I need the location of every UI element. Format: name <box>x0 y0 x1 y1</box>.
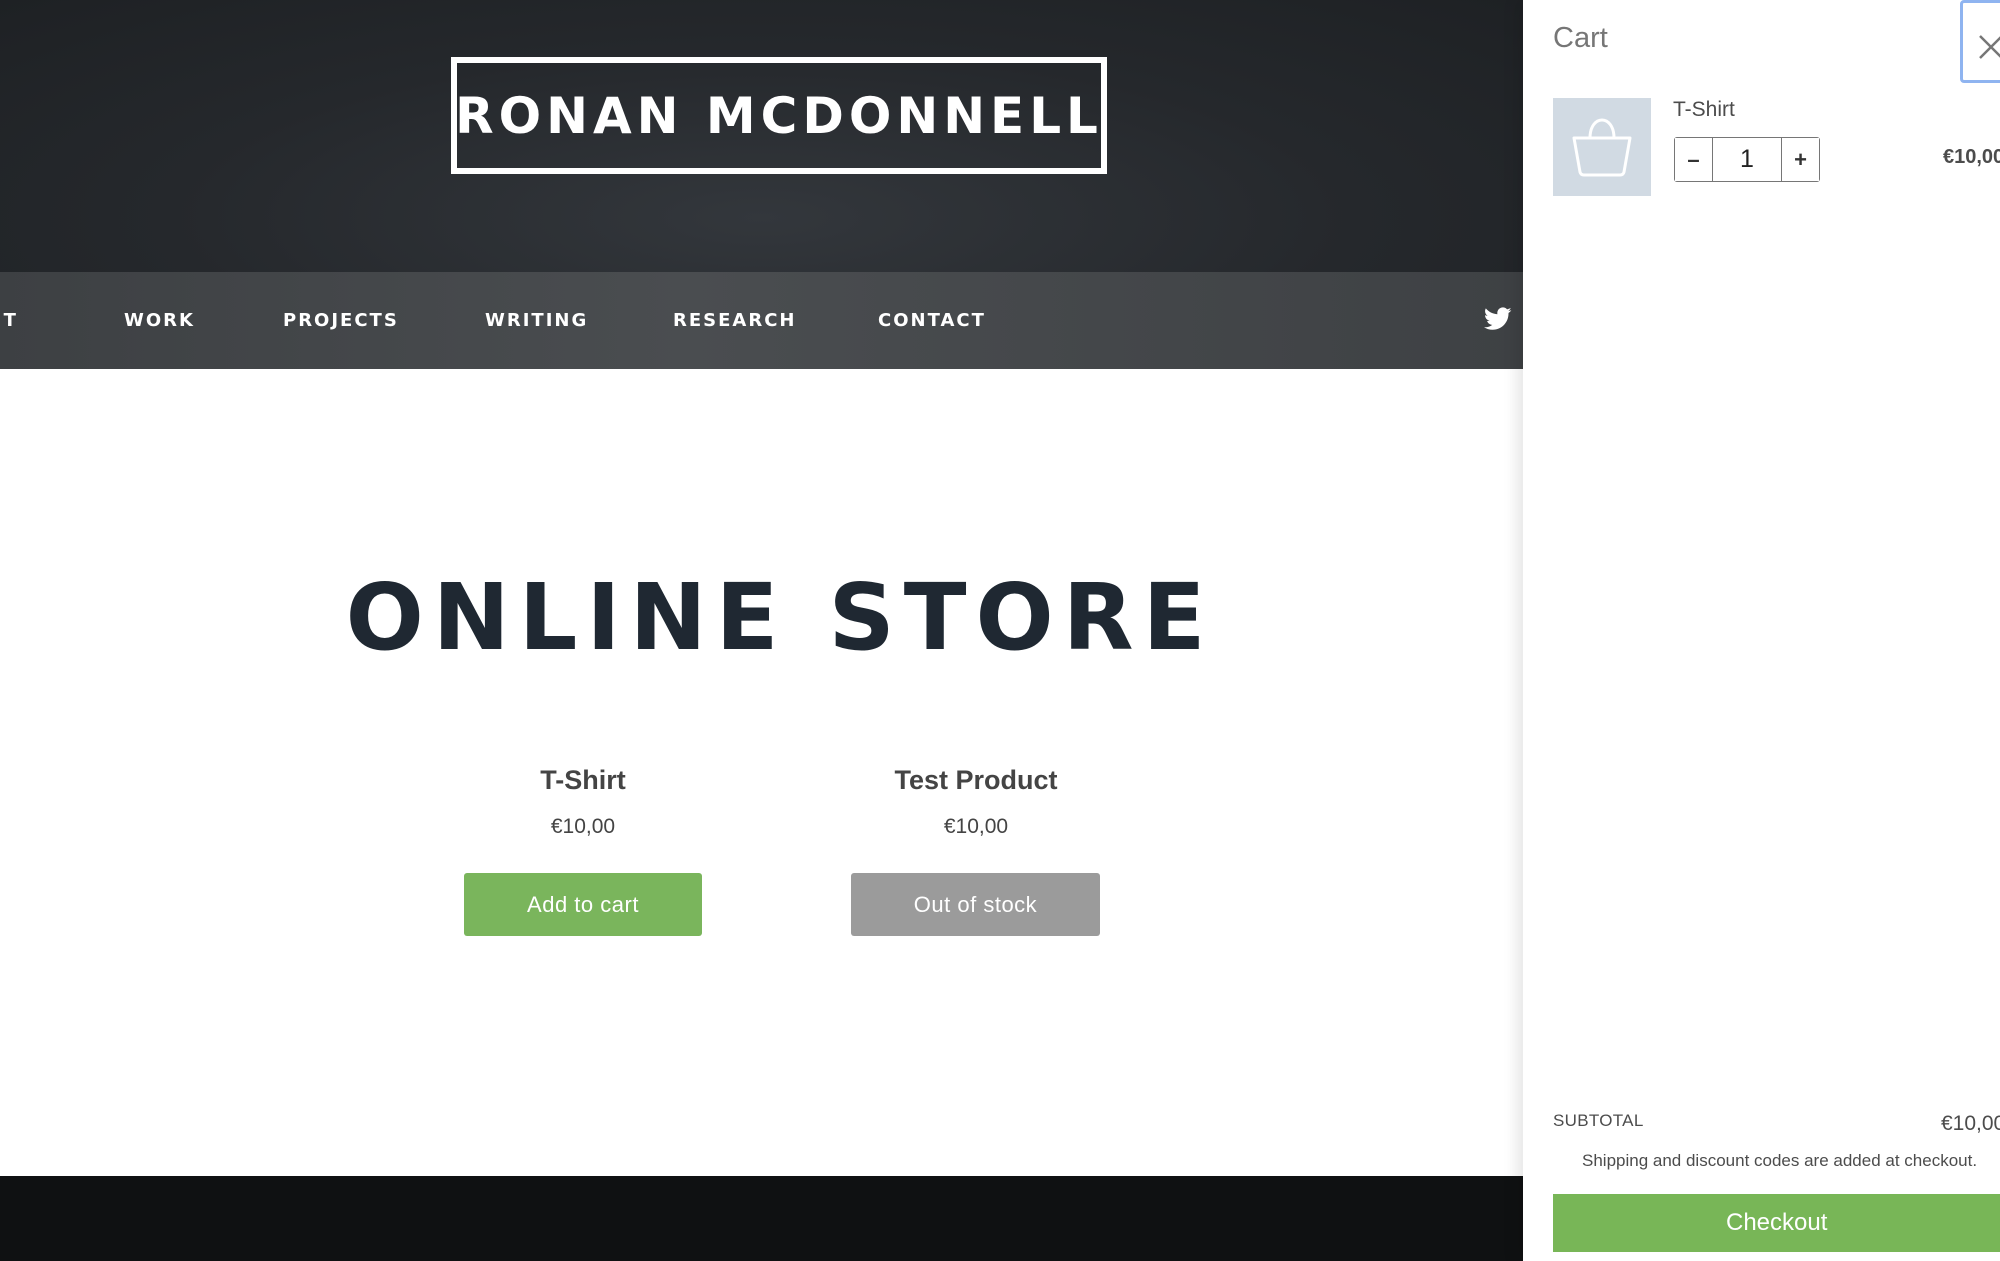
product-name[interactable]: Test Product <box>826 760 1126 800</box>
nav-item-contact[interactable]: CONTACT <box>878 272 986 369</box>
nav-item-research[interactable]: RESEARCH <box>673 272 796 369</box>
quantity-input[interactable] <box>1712 138 1782 181</box>
product-card-test-product: Test Product €10,00 <box>826 760 1126 842</box>
site-header: RONAN MCDONNELL <box>0 0 1523 272</box>
cart-drawer: Cart T-Shirt – + €10,00 SUBTOTAL €10,00 … <box>1523 0 2000 1261</box>
twitter-icon[interactable] <box>1483 307 1512 331</box>
shipping-note: Shipping and discount codes are added at… <box>1582 1151 1978 1170</box>
quantity-increment-button[interactable]: + <box>1782 138 1819 181</box>
close-icon <box>1979 35 2000 59</box>
cart-item-price: €10,00 <box>1943 146 2000 168</box>
site-title: RONAN MCDONNELL <box>455 86 1103 145</box>
product-name[interactable]: T-Shirt <box>483 760 683 800</box>
store-page: RONAN MCDONNELL ABOUT WORK PROJECTS WRIT… <box>0 0 1523 1261</box>
out-of-stock-button: Out of stock <box>851 873 1100 936</box>
shopping-bag-icon <box>1572 118 1632 177</box>
product-price: €10,00 <box>550 815 616 838</box>
cart-title: Cart <box>1553 22 1608 54</box>
page-title: ONLINE STORE <box>345 564 1215 671</box>
cart-close-button[interactable] <box>1960 0 2000 83</box>
site-footer <box>0 1176 1523 1261</box>
cart-item-thumbnail <box>1553 98 1651 196</box>
add-to-cart-button[interactable]: Add to cart <box>464 873 702 936</box>
nav-item-projects[interactable]: PROJECTS <box>283 272 399 369</box>
product-card-tshirt: T-Shirt €10,00 <box>483 760 683 842</box>
subtotal-value: €10,00 <box>1941 1112 2000 1135</box>
nav-item-writing[interactable]: WRITING <box>485 272 588 369</box>
subtotal-label: SUBTOTAL <box>1553 1111 1644 1130</box>
checkout-label: Checkout <box>1726 1209 1828 1236</box>
quantity-stepper: – + <box>1674 137 1820 182</box>
product-price: €10,00 <box>943 815 1009 838</box>
site-logo[interactable]: RONAN MCDONNELL <box>451 57 1107 174</box>
nav-item-work[interactable]: WORK <box>124 272 195 369</box>
checkout-button[interactable]: Checkout <box>1553 1194 2000 1252</box>
quantity-decrement-button[interactable]: – <box>1675 138 1712 181</box>
main-nav: ABOUT WORK PROJECTS WRITING RESEARCH CON… <box>0 272 1523 369</box>
nav-item-about[interactable]: ABOUT <box>0 272 18 369</box>
cart-item-title: T-Shirt <box>1673 98 1735 121</box>
